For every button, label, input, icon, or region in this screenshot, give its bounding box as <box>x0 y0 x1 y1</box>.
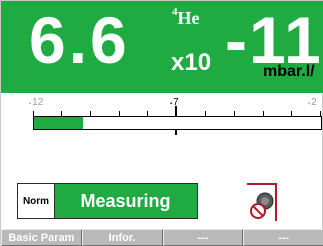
leak-rate-bar-fill <box>34 117 83 129</box>
status-text: Measuring <box>80 190 171 211</box>
softkey-bar: Basic Param Infor. --- --- <box>1 229 323 246</box>
leak-rate-mantissa: 6.6 <box>29 3 130 77</box>
leak-rate-unit: mbar.l/ <box>263 63 315 80</box>
valve-status <box>247 183 277 221</box>
mode-label: Norm <box>18 184 55 218</box>
softkey-basic-param[interactable]: Basic Param <box>1 229 82 246</box>
leak-rate-header: 6.6 4He x10 -11 mbar.l/ <box>1 1 323 93</box>
scale-max-icon: ▪ <box>308 101 311 107</box>
softkey-3[interactable]: --- <box>162 229 244 246</box>
multiplier-label: x10 <box>171 49 212 76</box>
scale-label-right: ▪2 <box>308 97 317 108</box>
leak-rate-bar <box>33 116 322 130</box>
display-screen: 6.6 4He x10 -11 mbar.l/ ▪12 ▪7 ▪2 Norm M… <box>0 0 323 246</box>
softkey-info[interactable]: Infor. <box>81 229 163 246</box>
scale-min-icon: ▪ <box>29 101 32 107</box>
gas-symbol: He <box>177 8 200 28</box>
gas-mass: 4 <box>172 6 178 18</box>
scale-mid-icon: ▪ <box>170 101 173 107</box>
status-indicator: Norm Measuring <box>17 183 198 219</box>
valve-closed-icon <box>250 192 274 219</box>
scale-label-left: ▪12 <box>29 97 44 108</box>
gas-label: 4He <box>172 6 200 29</box>
softkey-4[interactable]: --- <box>243 229 323 246</box>
